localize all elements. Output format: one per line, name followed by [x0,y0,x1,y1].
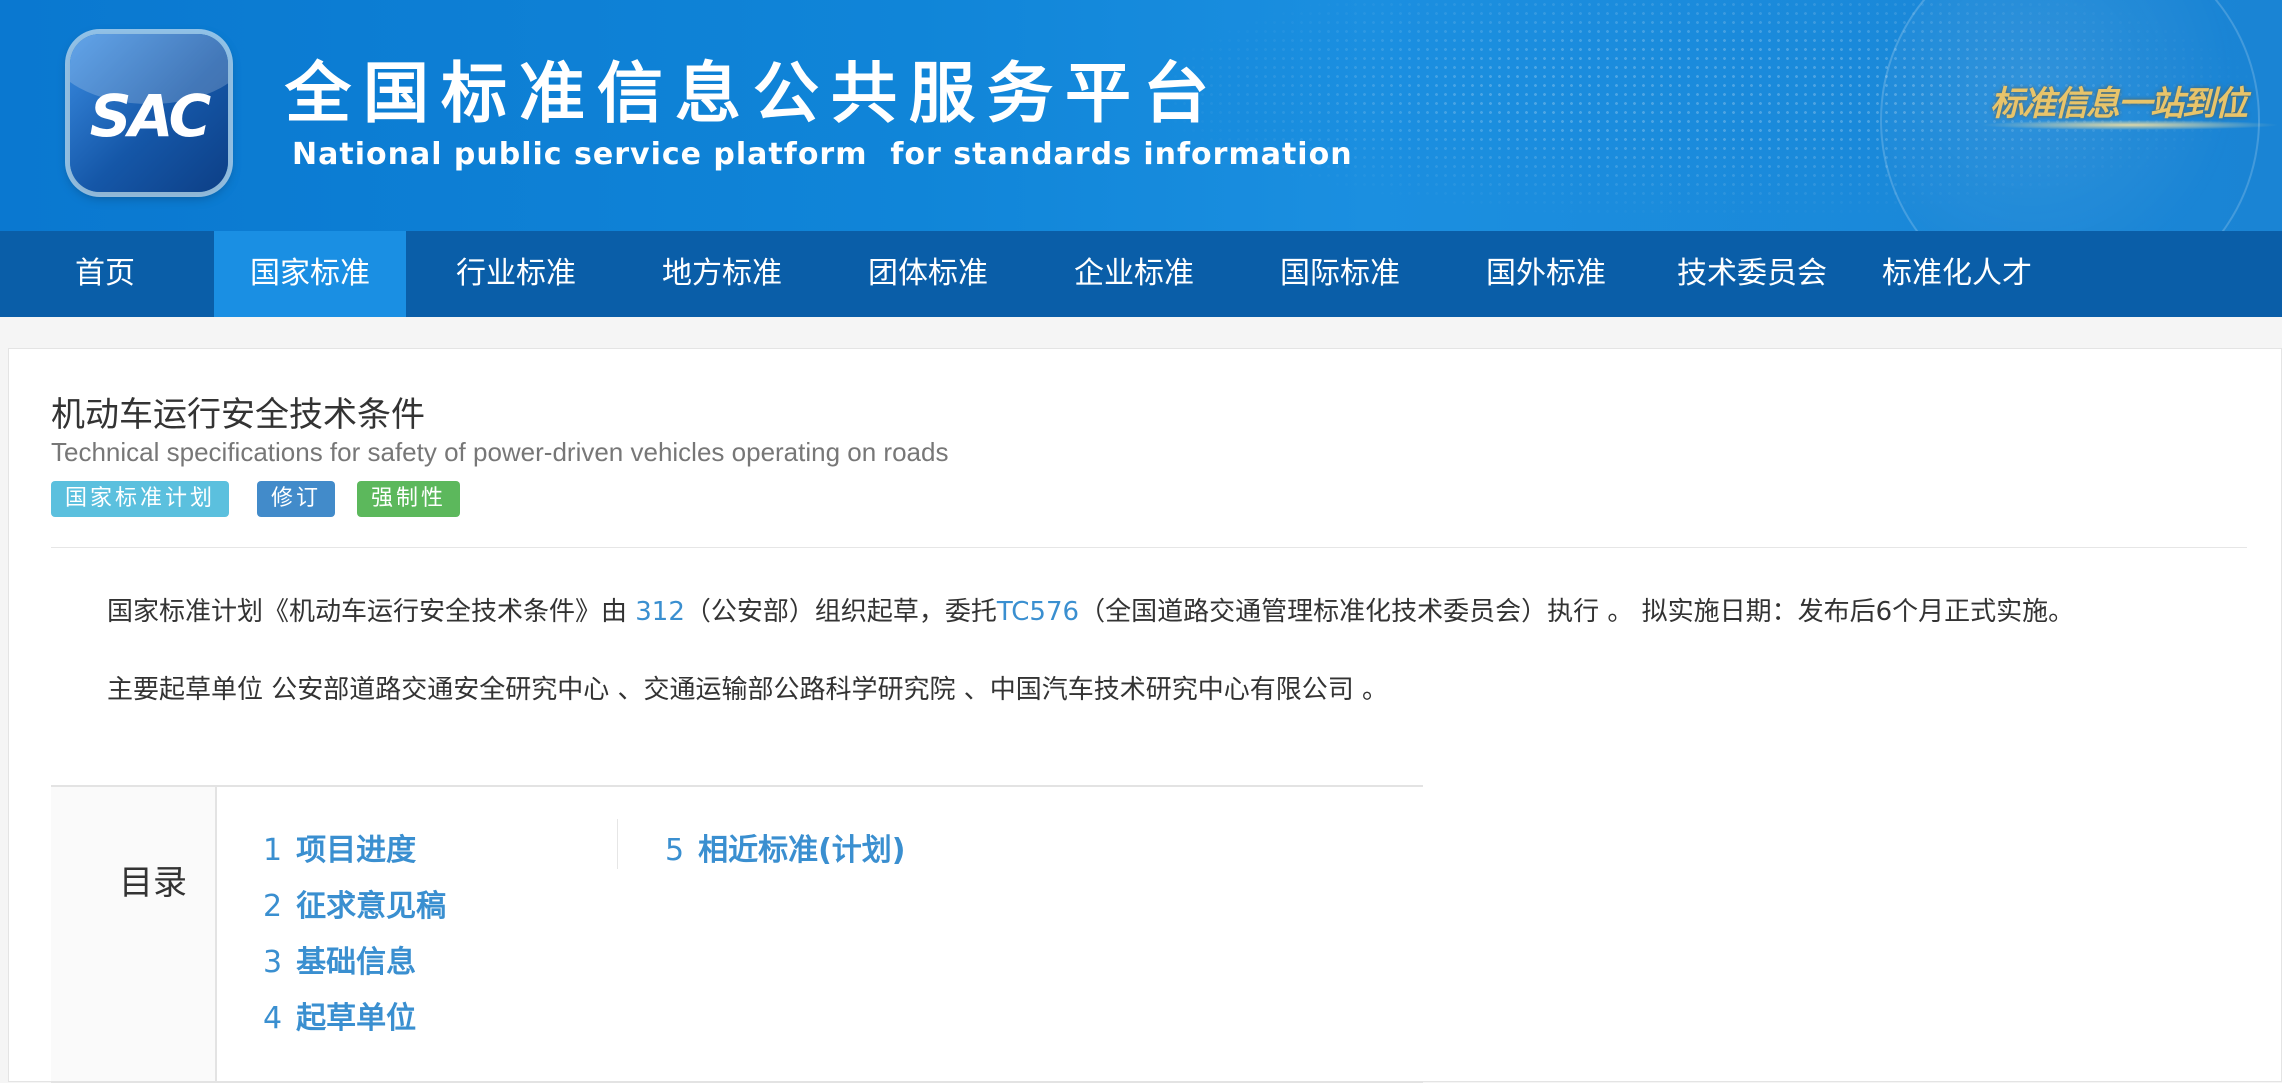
divider [51,547,2247,548]
tag-mandatory: 强制性 [357,481,461,517]
site-title: 全国标准信息公共服务平台 [285,55,1221,132]
standard-detail-card: 机动车运行安全技术条件 Technical specifications for… [8,348,2282,1083]
tag-revision: 修订 [257,481,336,517]
toc-item-progress[interactable]: 1 项目进度 [263,825,416,869]
slogan: 标准信息一站到位 [1990,84,2248,124]
main-nav: 首页 国家标准 行业标准 地方标准 团体标准 企业标准 国际标准 国外标准 技术… [0,231,2282,317]
toc-label: 目录 [119,863,187,903]
nav-item-foreign-standards[interactable]: 国外标准 [1446,231,1646,317]
plan-description-mid: （公安部）组织起草，委托 [684,597,997,627]
toc-item-label: 起草单位 [296,1001,417,1036]
toc-item-label: 基础信息 [296,945,417,980]
tag-plan-type: 国家标准计划 [51,481,230,517]
toc-item-draft-for-comments[interactable]: 2 征求意见稿 [263,881,446,925]
toc-item-similar-standards[interactable]: 5 相近标准(计划) [665,825,906,869]
toc-separator [617,819,618,869]
tc-code-link[interactable]: TC576 [997,597,1079,627]
standard-title-cn: 机动车运行安全技术条件 [51,395,425,435]
table-of-contents: 目录 1 项目进度 2 征求意见稿 3 基础信息 4 起草单位 5 相近标准(计划) [51,785,1423,1083]
nav-item-standardization-talent[interactable]: 标准化人才 [1856,231,2058,317]
nav-item-group-standards[interactable]: 团体标准 [828,231,1028,317]
nav-item-industry-standards[interactable]: 行业标准 [416,231,616,317]
toc-item-number: 5 [665,833,685,868]
toc-item-number: 1 [263,833,283,868]
site-banner: 标准信息一站到位 SAC 全国标准信息公共服务平台 National publi… [0,0,2282,231]
sac-logo[interactable]: SAC [70,34,228,192]
toc-item-number: 3 [263,945,283,980]
nav-item-international-standards[interactable]: 国际标准 [1240,231,1440,317]
toc-item-drafting-units[interactable]: 4 起草单位 [263,993,416,1037]
plan-description-prefix: 国家标准计划《机动车运行安全技术条件》由 [107,597,636,627]
plan-description: 国家标准计划《机动车运行安全技术条件》由 312（公安部）组织起草，委托TC57… [107,591,2074,628]
nav-item-home[interactable]: 首页 [0,231,210,317]
nav-item-national-standards[interactable]: 国家标准 [214,231,406,317]
logo-text: SAC [89,82,211,150]
toc-item-label: 相近标准(计划) [698,833,906,868]
plan-description-suffix: （全国道路交通管理标准化技术委员会）执行 。 拟实施日期：发布后6个月正式实施。 [1079,597,2075,627]
site-subtitle: National public service platform for sta… [292,137,1353,172]
standard-title-en: Technical specifications for safety of p… [51,437,949,467]
toc-label-box: 目录 [51,787,217,1081]
toc-item-label: 项目进度 [296,833,417,868]
toc-item-basic-info[interactable]: 3 基础信息 [263,937,416,981]
nav-item-local-standards[interactable]: 地方标准 [622,231,822,317]
toc-item-label: 征求意见稿 [296,889,447,924]
nav-item-technical-committees[interactable]: 技术委员会 [1652,231,1852,317]
drafting-units: 主要起草单位 公安部道路交通安全研究中心 、交通运输部公路科学研究院 、中国汽车… [107,675,1389,705]
org-code-link[interactable]: 312 [635,597,685,627]
nav-item-enterprise-standards[interactable]: 企业标准 [1034,231,1234,317]
toc-item-number: 4 [263,1001,283,1036]
toc-item-number: 2 [263,889,283,924]
